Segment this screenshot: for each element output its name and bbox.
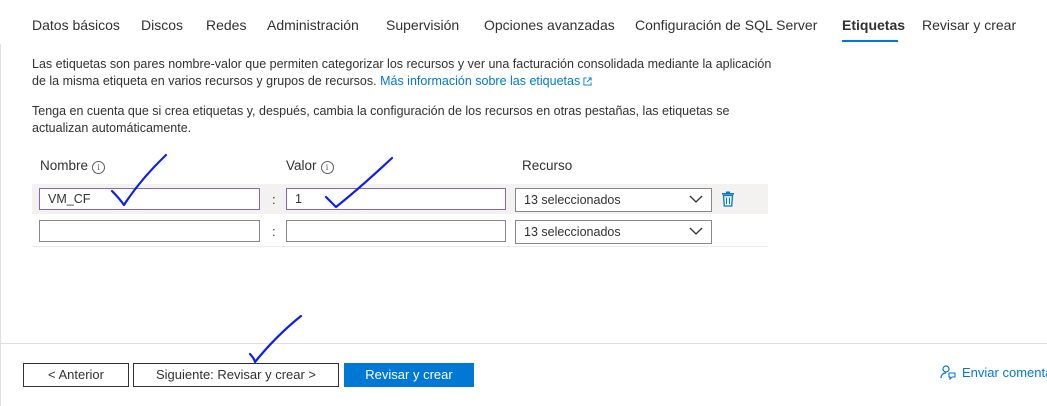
- info-icon[interactable]: i: [320, 161, 334, 174]
- tab-discos[interactable]: Discos: [141, 17, 183, 33]
- note-paragraph: Tenga en cuenta que si crea etiquetas y,…: [32, 104, 730, 135]
- resource-dropdown[interactable]: 13 seleccionados: [515, 188, 712, 212]
- column-header-value: Valor i: [286, 158, 334, 174]
- resource-dropdown-value: 13 seleccionados: [524, 193, 621, 207]
- separator: :: [272, 224, 276, 239]
- chevron-down-icon: [689, 195, 703, 203]
- resource-dropdown-value: 13 seleccionados: [524, 225, 621, 239]
- panel-border: [0, 44, 1, 406]
- feedback-icon: [940, 365, 956, 380]
- annotation-checkmark: [248, 314, 303, 364]
- info-icon[interactable]: i: [92, 161, 106, 174]
- previous-button[interactable]: < Anterior: [23, 363, 129, 387]
- tab-datos-basicos[interactable]: Datos básicos: [32, 17, 120, 33]
- chevron-down-icon: [689, 227, 703, 235]
- trash-icon[interactable]: [721, 191, 735, 207]
- tag-value-input[interactable]: 1: [286, 188, 506, 210]
- tag-name-input[interactable]: VM_CF: [39, 188, 260, 210]
- next-button[interactable]: Siguiente: Revisar y crear >: [133, 363, 339, 387]
- tab-revisar-y-crear[interactable]: Revisar y crear: [922, 17, 1016, 33]
- active-tab-indicator: [842, 40, 898, 42]
- tab-etiquetas[interactable]: Etiquetas: [842, 17, 905, 33]
- tag-value-input[interactable]: [286, 220, 506, 242]
- footer-divider: [0, 343, 1047, 344]
- row-divider: [32, 246, 768, 247]
- tab-administracion[interactable]: Administración: [267, 17, 359, 33]
- tag-name-input[interactable]: [39, 220, 260, 242]
- external-link-icon: [583, 77, 592, 86]
- intro-paragraph: Las etiquetas son pares nombre-valor que…: [32, 56, 772, 90]
- learn-more-link[interactable]: Más información sobre las etiquetas: [380, 74, 592, 88]
- tab-supervision[interactable]: Supervisión: [386, 17, 459, 33]
- feedback-link[interactable]: Enviar comenta: [940, 364, 1047, 380]
- column-header-name: Nombre i: [40, 158, 106, 174]
- separator: :: [272, 192, 276, 207]
- column-header-resource: Recurso: [522, 158, 573, 173]
- tab-opciones-avanzadas[interactable]: Opciones avanzadas: [484, 17, 615, 33]
- tab-redes[interactable]: Redes: [206, 17, 246, 33]
- review-create-button[interactable]: Revisar y crear: [344, 363, 474, 387]
- tab-configuracion-sql-server[interactable]: Configuración de SQL Server: [635, 17, 817, 33]
- tab-bar: Datos básicos Discos Redes Administració…: [0, 0, 1047, 44]
- resource-dropdown[interactable]: 13 seleccionados: [515, 220, 712, 244]
